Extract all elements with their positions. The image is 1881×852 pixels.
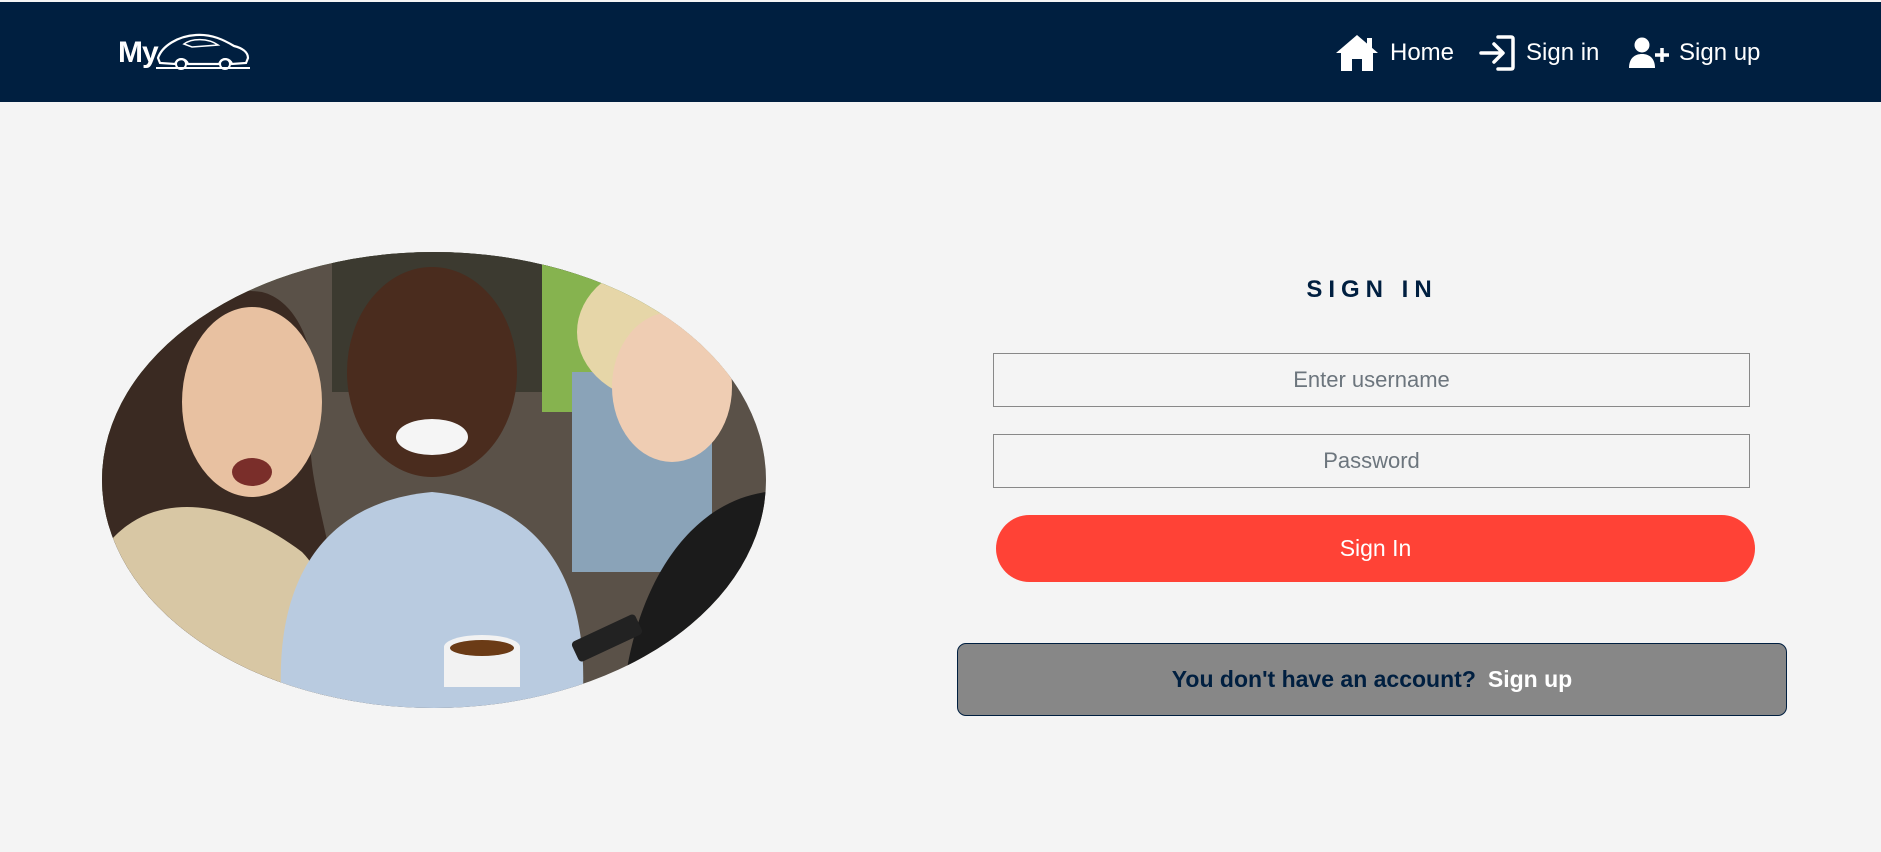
user-plus-icon (1629, 37, 1669, 68)
signup-link[interactable]: Sign up (1488, 666, 1572, 693)
car-logo-icon (156, 33, 250, 70)
signin-title: SIGN IN (1306, 276, 1438, 303)
nav-signup-label: Sign up (1679, 39, 1761, 66)
signup-prompt-text: You don't have an account? (1171, 666, 1476, 692)
sign-in-icon (1479, 35, 1515, 71)
nav-signin-label: Sign in (1526, 39, 1600, 66)
nav-home-link[interactable]: Home (1334, 30, 1454, 76)
top-navbar: My Home Sign in Sign up (0, 2, 1881, 102)
site-logo[interactable]: My (118, 30, 250, 78)
home-icon (1336, 35, 1378, 71)
people-photo-illustration (102, 252, 766, 708)
nav-signup-link[interactable]: Sign up (1629, 30, 1760, 76)
signin-submit-button[interactable]: Sign In (996, 515, 1755, 582)
username-input[interactable] (993, 353, 1750, 407)
signup-prompt-box: You don't have an account? Sign up (957, 643, 1787, 716)
password-input[interactable] (993, 434, 1750, 488)
nav-home-label: Home (1390, 39, 1455, 66)
hero-image (102, 252, 766, 708)
nav-signin-link[interactable]: Sign in (1478, 30, 1599, 76)
